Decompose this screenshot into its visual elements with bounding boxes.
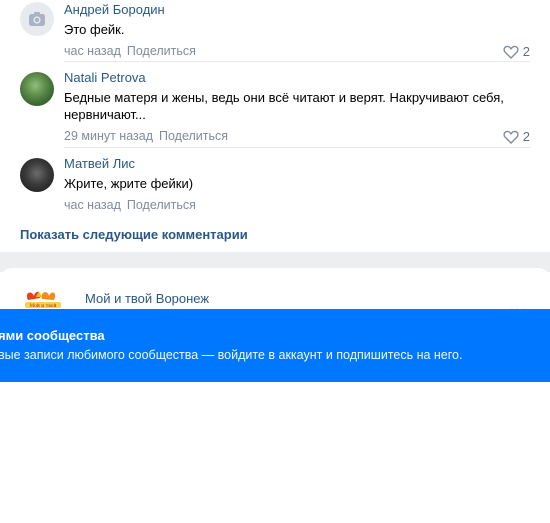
like-count: 2 (522, 129, 530, 144)
comment-item: Матвей Лис Жрите, жрите фейки) час назад… (20, 156, 530, 212)
comment-author[interactable]: Natali Petrova (64, 70, 530, 86)
share-link[interactable]: Поделиться (127, 198, 196, 212)
comment-divider (64, 147, 530, 148)
avatar[interactable] (20, 158, 54, 192)
like-count: 2 (522, 44, 530, 59)
comment-author[interactable]: Андрей Бородин (64, 2, 530, 18)
comment-author[interactable]: Матвей Лис (64, 156, 530, 172)
community-logo[interactable]: Мой и твой (22, 288, 64, 310)
banner-text: вые записи любимого сообщества — войдите… (0, 348, 463, 362)
comment-time[interactable]: 29 минут назад (64, 129, 153, 143)
comment-text: Жрите, жрите фейки) (64, 176, 194, 191)
avatar[interactable] (20, 72, 54, 106)
camera-placeholder-icon (29, 12, 45, 26)
comment-item: Андрей Бородин Это фейк. час назад Подели… (20, 2, 530, 59)
share-link[interactable]: Поделиться (159, 129, 228, 143)
like-button[interactable]: 2 (503, 129, 530, 144)
heart-icon (503, 45, 519, 59)
comment-divider (64, 61, 530, 62)
banner-title: ями сообщества (0, 328, 105, 343)
comment-text: Это фейк. (64, 22, 125, 37)
heart-icon (503, 130, 519, 144)
comment-text: Бедные матеря и жены, ведь они всё читаю… (64, 90, 504, 122)
login-banner: ями сообщества вые записи любимого сообщ… (0, 309, 550, 382)
share-link[interactable]: Поделиться (127, 44, 196, 58)
avatar[interactable] (20, 2, 54, 36)
like-button[interactable]: 2 (503, 44, 530, 59)
comment-item: Natali Petrova Бедные матеря и жены, вед… (20, 70, 530, 144)
community-name[interactable]: Мой и твой Воронеж (85, 291, 209, 306)
comment-time[interactable]: час назад (64, 44, 121, 58)
show-more-comments-link[interactable]: Показать следующие комментарии (20, 227, 248, 242)
comment-time[interactable]: час назад (64, 198, 121, 212)
